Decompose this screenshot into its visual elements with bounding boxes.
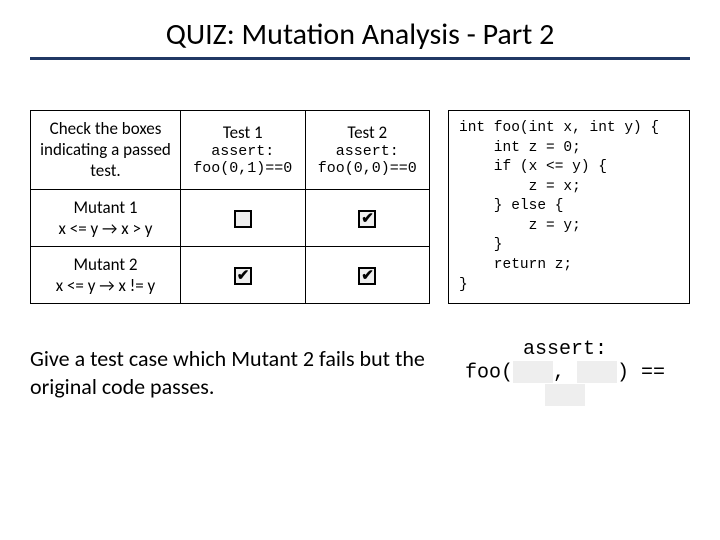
mutant2-change: x <= y → x != y xyxy=(39,275,172,296)
assert-comma: , xyxy=(553,361,565,384)
col-test2-title: Test 2 xyxy=(314,122,422,143)
checkbox-m1-t2[interactable] xyxy=(358,210,376,228)
assert-prefix: foo( xyxy=(465,361,513,384)
instruction-cell: Check the boxes indicating a passed test… xyxy=(31,111,181,190)
col-test2-sub: assert: foo(0,0)==0 xyxy=(314,143,422,177)
col-test1-header: Test 1 assert: foo(0,1)==0 xyxy=(181,111,306,190)
mutant1-change: x <= y → x > y xyxy=(39,218,172,239)
assert-suffix: ) == xyxy=(617,361,665,384)
col-test1-title: Test 1 xyxy=(189,122,297,143)
table-row: Mutant 2 x <= y → x != y xyxy=(31,246,430,303)
mutant1-name: Mutant 1 xyxy=(39,197,172,218)
mutant2-label: Mutant 2 x <= y → x != y xyxy=(31,246,181,303)
mutant2-name: Mutant 2 xyxy=(39,254,172,275)
assert-expr: foo(, ) == xyxy=(440,361,690,408)
checkbox-m1-t1[interactable] xyxy=(234,210,252,228)
assert-label: assert: xyxy=(440,338,690,361)
checkbox-m2-t2[interactable] xyxy=(358,267,376,285)
content-row: Check the boxes indicating a passed test… xyxy=(30,110,690,304)
page-title: QUIZ: Mutation Analysis - Part 2 xyxy=(30,16,690,53)
assert-block: assert: foo(, ) == xyxy=(440,338,690,408)
mutant-table: Check the boxes indicating a passed test… xyxy=(30,110,430,304)
col-test1-sub: assert: foo(0,1)==0 xyxy=(189,143,297,177)
divider xyxy=(30,57,690,60)
table-row: Mutant 1 x <= y → x > y xyxy=(31,189,430,246)
bottom-prompt: Give a test case which Mutant 2 fails bu… xyxy=(30,345,430,400)
code-block: int foo(int x, int y) { int z = 0; if (x… xyxy=(448,110,690,304)
bottom-row: Give a test case which Mutant 2 fails bu… xyxy=(30,338,690,408)
blank-arg2[interactable] xyxy=(577,361,617,383)
blank-arg1[interactable] xyxy=(513,361,553,383)
blank-result[interactable] xyxy=(545,384,585,406)
checkbox-m2-t1[interactable] xyxy=(234,267,252,285)
mutant1-label: Mutant 1 x <= y → x > y xyxy=(31,189,181,246)
col-test2-header: Test 2 assert: foo(0,0)==0 xyxy=(305,111,430,190)
